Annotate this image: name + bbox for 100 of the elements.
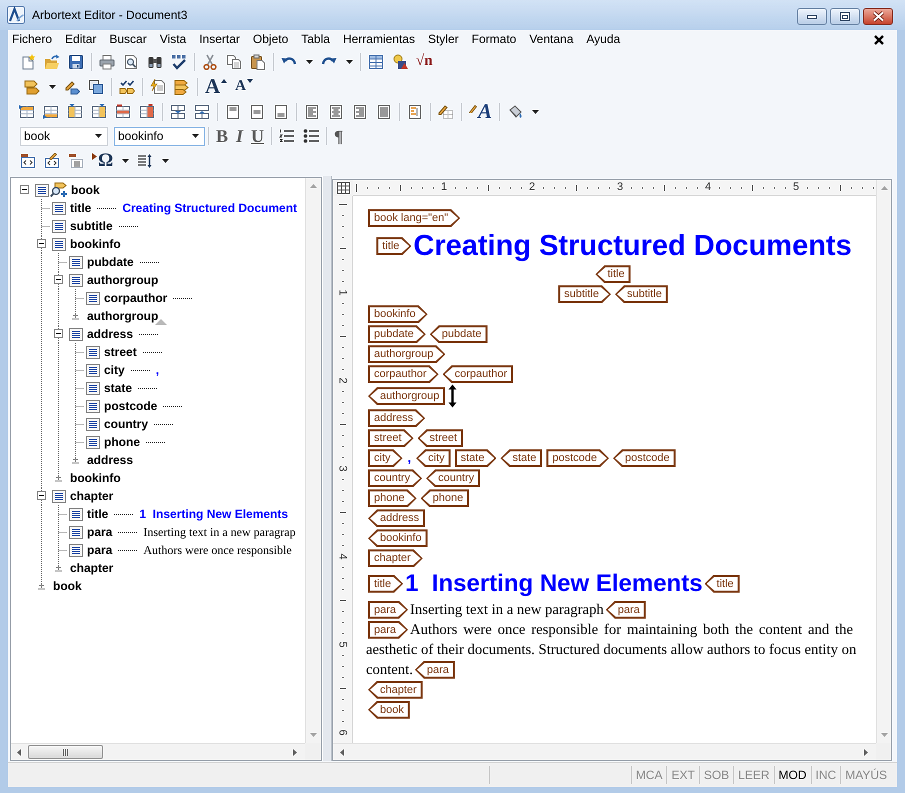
italic-button[interactable]: I bbox=[232, 125, 248, 147]
element-name[interactable]: para bbox=[87, 542, 112, 558]
underline-button[interactable]: U bbox=[247, 125, 268, 147]
table-right-column-icon[interactable] bbox=[91, 104, 107, 120]
grid-icon[interactable] bbox=[336, 182, 350, 194]
tag-stack-icon[interactable] bbox=[24, 78, 40, 94]
horizontal-scrollbar[interactable] bbox=[11, 743, 305, 760]
element-name[interactable]: para bbox=[87, 524, 112, 540]
menu-item[interactable]: Buscar bbox=[109, 32, 147, 47]
table-left-column-icon[interactable] bbox=[67, 104, 83, 120]
menu-item[interactable]: Tabla bbox=[301, 32, 330, 47]
page-magnifier-icon[interactable] bbox=[123, 54, 139, 70]
element-name[interactable]: city bbox=[104, 362, 125, 378]
page-lines-icon[interactable] bbox=[407, 104, 423, 120]
element-name[interactable]: subtitle bbox=[70, 218, 113, 234]
context-dropdown[interactable]: bookinfo bbox=[114, 126, 205, 146]
menu-item[interactable]: Editar bbox=[65, 32, 96, 47]
menu-item[interactable]: Formato bbox=[472, 32, 516, 47]
element-name[interactable]: chapter bbox=[70, 488, 114, 504]
align-left-icon[interactable] bbox=[304, 104, 320, 120]
scroll-right-icon[interactable] bbox=[293, 748, 297, 756]
align-top-icon[interactable] bbox=[225, 104, 241, 120]
scroll-thumb[interactable] bbox=[28, 745, 103, 759]
bulleted-list-icon[interactable] bbox=[303, 128, 320, 144]
caret-icon[interactable] bbox=[306, 60, 312, 64]
scissors-icon[interactable] bbox=[202, 54, 218, 70]
font-shrink-button[interactable]: A bbox=[231, 76, 258, 98]
caret-icon[interactable] bbox=[532, 110, 539, 114]
maximize-button[interactable] bbox=[830, 8, 860, 25]
table-marked-column-icon[interactable] bbox=[139, 104, 155, 120]
shapes-icon[interactable] bbox=[392, 54, 408, 70]
equation-button[interactable]: √n bbox=[412, 50, 437, 72]
element-name[interactable]: book bbox=[71, 182, 100, 198]
new-document-icon[interactable] bbox=[20, 54, 36, 70]
line-spacing-icon[interactable] bbox=[137, 152, 154, 168]
tag-check-icon[interactable] bbox=[119, 78, 135, 94]
element-name[interactable]: title bbox=[70, 200, 92, 216]
cells-up-arrow-icon[interactable] bbox=[194, 104, 210, 120]
align-bottom-icon[interactable] bbox=[273, 104, 289, 120]
align-middle-icon[interactable] bbox=[249, 104, 265, 120]
scroll-left-icon[interactable] bbox=[17, 748, 21, 756]
menu-item[interactable]: Styler bbox=[428, 32, 459, 47]
pencil-grid-icon[interactable] bbox=[438, 104, 454, 120]
cells-down-arrow-icon[interactable] bbox=[170, 104, 186, 120]
scroll-left-icon[interactable] bbox=[340, 748, 344, 756]
end-element-name[interactable]: book bbox=[53, 578, 82, 594]
minus-toggle-icon[interactable] bbox=[20, 185, 29, 194]
open-folder-icon[interactable] bbox=[44, 54, 60, 70]
caret-icon[interactable] bbox=[48, 84, 56, 88]
print-icon[interactable] bbox=[99, 54, 115, 70]
element-name[interactable]: state bbox=[104, 380, 132, 396]
element-name[interactable]: address bbox=[87, 326, 134, 342]
element-name[interactable]: title bbox=[87, 506, 108, 522]
minus-toggle-icon[interactable] bbox=[37, 491, 46, 500]
paint-bucket-icon[interactable] bbox=[507, 104, 524, 120]
table-top-row-icon[interactable] bbox=[19, 104, 35, 120]
table-icon[interactable] bbox=[368, 54, 384, 70]
minus-toggle-icon[interactable] bbox=[54, 329, 63, 338]
save-icon[interactable] bbox=[68, 54, 84, 70]
minus-toggle-icon[interactable] bbox=[37, 239, 46, 248]
element-name[interactable]: bookinfo bbox=[70, 236, 121, 252]
tag-lines-icon[interactable] bbox=[68, 152, 84, 168]
menu-item[interactable]: Herramientas bbox=[342, 32, 415, 47]
end-element-name[interactable]: bookinfo bbox=[70, 470, 121, 486]
close-icon[interactable] bbox=[874, 34, 884, 44]
overlapping-squares-icon[interactable] bbox=[88, 78, 104, 94]
scroll-right-icon[interactable] bbox=[864, 748, 868, 756]
paragraph-marks-button[interactable]: ¶ bbox=[330, 125, 348, 147]
font-grow-button[interactable]: A bbox=[201, 76, 232, 98]
pencil-code-icon[interactable] bbox=[44, 152, 60, 168]
align-right-icon[interactable] bbox=[352, 104, 368, 120]
element-name[interactable]: authorgroup bbox=[87, 272, 158, 288]
end-element-name[interactable]: chapter bbox=[70, 560, 114, 576]
justify-icon[interactable] bbox=[376, 104, 392, 120]
tag-code-icon[interactable] bbox=[20, 152, 36, 168]
element-dropdown[interactable]: book bbox=[20, 126, 108, 146]
align-center-icon[interactable] bbox=[328, 104, 344, 120]
element-name[interactable]: postcode bbox=[104, 398, 158, 414]
pencil-tag-icon[interactable] bbox=[64, 78, 80, 94]
element-name[interactable]: phone bbox=[104, 434, 140, 450]
minimize-button[interactable] bbox=[797, 8, 827, 25]
element-name[interactable]: street bbox=[104, 344, 137, 360]
checkmark-icon[interactable] bbox=[171, 54, 187, 70]
close-button[interactable] bbox=[863, 8, 893, 25]
tag-list-icon[interactable] bbox=[174, 78, 190, 94]
caret-icon[interactable] bbox=[346, 60, 352, 64]
table-middle-row-icon[interactable] bbox=[115, 104, 131, 120]
table-bottom-row-icon[interactable] bbox=[43, 104, 59, 120]
menu-item[interactable]: Ventana bbox=[529, 32, 574, 47]
clipboard-icon[interactable] bbox=[250, 54, 266, 70]
bold-button[interactable]: B bbox=[212, 125, 232, 147]
menu-item[interactable]: Vista bbox=[160, 32, 186, 47]
special-character-button[interactable]: Ω bbox=[88, 150, 118, 172]
menu-item[interactable]: Objeto bbox=[252, 32, 288, 47]
element-name[interactable]: corpauthor bbox=[104, 290, 168, 306]
minus-toggle-icon[interactable] bbox=[54, 275, 63, 284]
copy-icon[interactable] bbox=[226, 54, 242, 70]
menu-item[interactable]: Fichero bbox=[12, 32, 52, 47]
caret-icon[interactable] bbox=[122, 158, 129, 162]
element-name[interactable]: pubdate bbox=[87, 254, 134, 270]
